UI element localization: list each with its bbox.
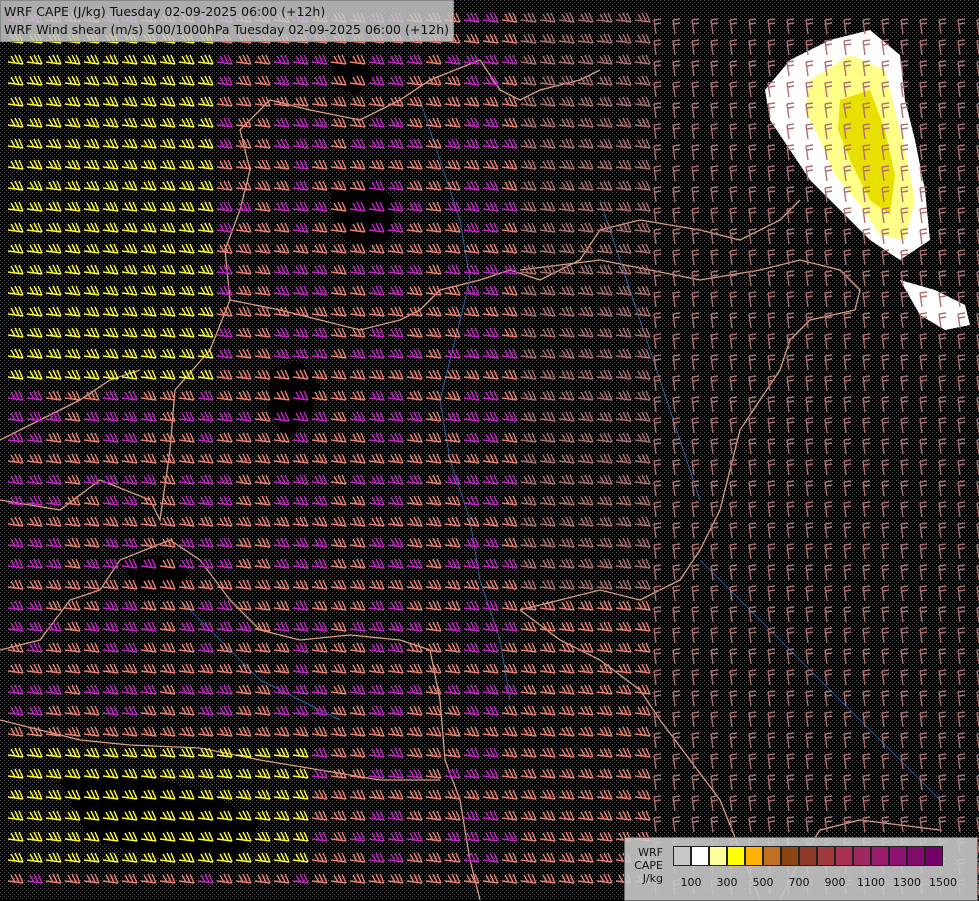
legend-tick: 500 bbox=[752, 876, 774, 889]
legend-swatch bbox=[907, 846, 925, 866]
legend-swatch bbox=[853, 846, 871, 866]
legend-tick: 100 bbox=[680, 876, 702, 889]
legend-swatch bbox=[889, 846, 907, 866]
legend-label: WRF CAPE J/kg bbox=[634, 846, 663, 885]
legend-swatch bbox=[925, 846, 943, 866]
legend-tick: 1500 bbox=[929, 876, 957, 889]
legend-tick: 300 bbox=[716, 876, 738, 889]
legend-tick: 900 bbox=[824, 876, 846, 889]
legend-swatch bbox=[709, 846, 727, 866]
legend-swatch bbox=[799, 846, 817, 866]
legend-swatch bbox=[745, 846, 763, 866]
legend-tick: 1100 bbox=[857, 876, 885, 889]
legend-swatch bbox=[781, 846, 799, 866]
legend-swatch bbox=[817, 846, 835, 866]
cape-legend: WRF CAPE J/kg 100 300 500 700 900 1100 1300 150… bbox=[624, 837, 978, 901]
cape-title: WRF CAPE (J/kg) Tuesday 02-09-2025 06:00… bbox=[4, 4, 326, 19]
weather-map bbox=[0, 0, 979, 900]
legend-swatch bbox=[727, 846, 745, 866]
legend-swatch bbox=[871, 846, 889, 866]
legend-swatch bbox=[691, 846, 709, 866]
legend-tick-labels: 100 300 500 700 900 1100 1300 1500 bbox=[673, 876, 973, 890]
wind-shear-title: WRF Wind shear (m/s) 500/1000hPa Tuesday… bbox=[4, 22, 450, 37]
map-title-box: WRF CAPE (J/kg) Tuesday 02-09-2025 06:00… bbox=[0, 0, 455, 42]
legend-swatch bbox=[835, 846, 853, 866]
legend-swatch bbox=[763, 846, 781, 866]
legend-tick: 700 bbox=[788, 876, 810, 889]
legend-tick: 1300 bbox=[893, 876, 921, 889]
legend-swatch bbox=[673, 846, 691, 866]
legend-colorbar bbox=[673, 846, 943, 866]
